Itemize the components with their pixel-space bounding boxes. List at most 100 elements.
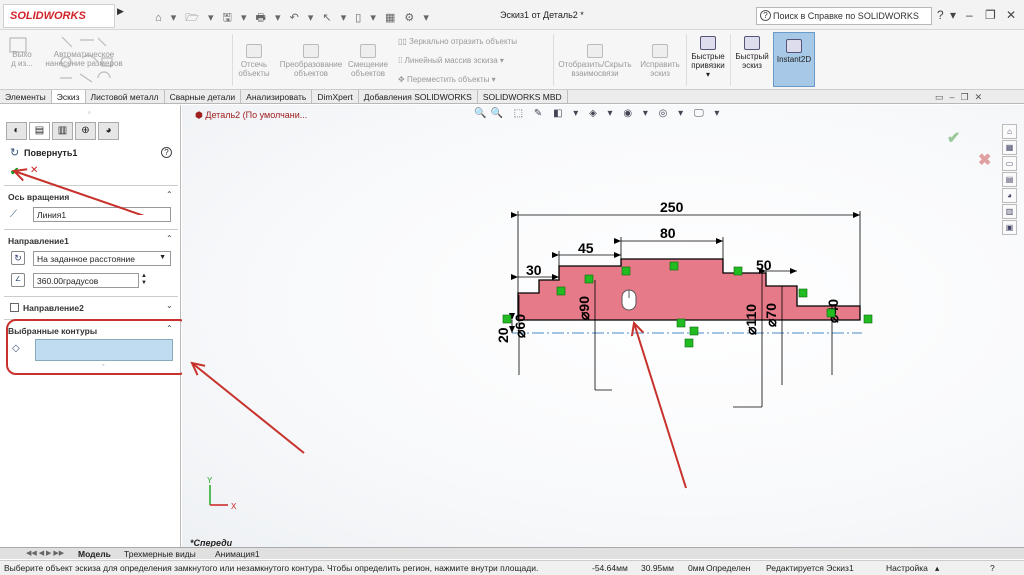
trim-entities-button[interactable]: Отсечь объекты: [234, 44, 274, 78]
sketch-profile-region[interactable]: [517, 258, 861, 321]
move-entities-button[interactable]: ✥ Переместить объекты ▾: [398, 75, 496, 84]
instant2d-inner: Instant2D: [774, 39, 814, 64]
exit-sketch-button[interactable]: Выхо д из...: [6, 50, 38, 68]
ribbon-separator: [232, 34, 233, 86]
units-dropdown-icon[interactable]: ▴: [935, 563, 939, 574]
question-dropdown-icon[interactable]: ▾: [950, 8, 956, 22]
move-label: Переместить объекты: [406, 75, 490, 84]
convert-label-2: объектов: [293, 69, 329, 78]
reverse-direction-icon[interactable]: ↻: [11, 251, 25, 265]
status-units[interactable]: Настройка: [886, 563, 928, 573]
smart-dimension-label: Автоматическое: [53, 50, 115, 59]
divider: [4, 296, 178, 297]
dimension-60-value: 60: [512, 314, 528, 330]
tab-addins[interactable]: Добавления SOLIDWORKS: [359, 90, 478, 103]
chevron-up-icon[interactable]: ⌃: [166, 234, 173, 243]
coordinate-triad-icon: YX: [207, 476, 237, 511]
dimension-90-value: 90: [576, 296, 592, 312]
dimension-20[interactable]: 20: [495, 327, 511, 343]
dimension-50[interactable]: 50: [756, 257, 772, 273]
tab-sketch[interactable]: Эскиз: [51, 90, 86, 103]
document-window-controls[interactable]: ▭–❐✕: [935, 92, 988, 103]
rapid-sketch-button[interactable]: Быстрый эскиз: [732, 36, 772, 70]
divider: [4, 229, 178, 230]
dimension-70[interactable]: ⌀70: [763, 303, 779, 327]
question-icon[interactable]: ?: [937, 8, 944, 22]
trim-label-2: объекты: [238, 69, 270, 78]
svg-text:Y: Y: [207, 476, 213, 485]
convert-label: Преобразование: [279, 60, 343, 69]
relations-label-2: взаимосвязи: [571, 69, 619, 78]
tab-sheet-metal[interactable]: Листовой металл: [86, 90, 165, 103]
repair-sketch-button[interactable]: Исправить эскиз: [636, 44, 684, 78]
linear-pattern-button[interactable]: ⁞⁞ Линейный массив эскиза ▾: [398, 56, 504, 65]
tab-3d-views[interactable]: Трехмерные виды: [124, 549, 196, 559]
tab-scroll-arrows[interactable]: ◀◀ ◀ ▶ ▶▶: [26, 549, 64, 557]
dimension-250[interactable]: 250: [660, 199, 684, 215]
menu-expand-icon[interactable]: ▶: [117, 6, 129, 24]
status-sketch-state: Определен: [706, 563, 751, 573]
display-relations-button[interactable]: Отобразить/Скрыть взаимосвязи: [554, 44, 636, 78]
instant2d-button[interactable]: Instant2D: [773, 32, 815, 87]
offset-label: Смещение: [347, 60, 388, 69]
relations-icon: [587, 44, 603, 58]
angle-field[interactable]: 360.00градусов: [33, 273, 139, 288]
linear-pattern-label: Линейный массив эскиза: [404, 56, 498, 65]
exit-sketch-label: Выхо: [12, 50, 32, 59]
tab-mbd[interactable]: SOLIDWORKS MBD: [478, 90, 568, 103]
dimension-80[interactable]: 80: [660, 225, 676, 241]
mirror-entities-button[interactable]: ▯▯ Зеркально отразить объекты: [398, 37, 517, 46]
chevron-down-icon[interactable]: ⌄: [166, 301, 173, 310]
tab-model[interactable]: Модель: [78, 549, 111, 559]
command-tabs: Элементы Эскиз Листовой металл Сварные д…: [0, 90, 1024, 104]
direction2-checkbox[interactable]: [10, 303, 19, 312]
rapid-sketch-label-2: эскиз: [742, 61, 762, 70]
quick-snaps-button[interactable]: Быстрые привязки ▾: [688, 36, 728, 79]
snap-icon: [700, 36, 716, 50]
tab-animation[interactable]: Анимация1: [215, 549, 260, 559]
status-help-icon[interactable]: ?: [990, 563, 995, 573]
direction2-section-header[interactable]: Направление2: [23, 303, 84, 313]
dimension-90[interactable]: ⌀90: [576, 296, 592, 320]
quick-access-toolbar[interactable]: ⌂ ▾ 🗁 ▾ 🖫 ▾ 🖶 ▾ ↶ ▾ ↖ ▾ ▯ ▾ ▦ ⚙ ▾: [155, 9, 432, 28]
minimize-window-icon[interactable]: –: [966, 8, 973, 22]
dimension-70-value: 70: [763, 303, 779, 319]
instant2d-label: Instant2D: [776, 55, 812, 64]
solidworks-logo[interactable]: SOLIDWORKS: [3, 4, 115, 28]
offset-icon: [360, 44, 376, 58]
close-window-icon[interactable]: ✕: [1006, 8, 1016, 22]
tab-dimxpert[interactable]: DimXpert: [312, 90, 359, 103]
status-y-coordinate: 30.95мм: [641, 563, 674, 573]
mouse-cursor-icon: [621, 289, 637, 311]
search-placeholder: Поиск в Справке по SOLIDWORKS: [773, 11, 919, 21]
logo-text: SOLIDWORKS: [10, 10, 86, 22]
dimension-110[interactable]: ⌀110: [743, 304, 759, 335]
tab-features[interactable]: Элементы: [0, 90, 52, 103]
help-search-input[interactable]: ? Поиск в Справке по SOLIDWORKS: [756, 7, 932, 25]
sketch-canvas[interactable]: 250 80 45 30 50 ⌀90 ⌀110 ⌀70 ⌀40 ⌀60 20 …: [182, 105, 1024, 547]
direction1-type-select[interactable]: На заданное расстояние ▼: [33, 251, 171, 266]
tab-weldments[interactable]: Сварные детали: [165, 90, 242, 103]
bottom-tabs: ◀◀ ◀ ▶ ▶▶ Модель Трехмерные виды Анимаци…: [0, 547, 1024, 559]
restore-window-icon[interactable]: ❐: [985, 8, 996, 22]
offset-entities-button[interactable]: Смещение объектов: [344, 44, 392, 78]
dimension-30[interactable]: 30: [526, 262, 542, 278]
smart-dimension-label-2: нанесение размеров: [45, 59, 123, 68]
quick-snaps-label-2: привязки: [691, 61, 725, 70]
trim-icon: [246, 44, 262, 58]
svg-text:X: X: [231, 502, 237, 511]
direction1-section-header[interactable]: Направление1: [8, 236, 69, 246]
tab-evaluate[interactable]: Анализировать: [241, 90, 313, 103]
angle-icon: ∠: [11, 273, 25, 287]
smart-dimension-button[interactable]: Автоматическое нанесение размеров: [42, 50, 126, 68]
direction1-type-value: На заданное расстояние: [37, 254, 135, 264]
dropdown-arrow-icon: ▼: [159, 254, 166, 261]
dimension-45[interactable]: 45: [578, 240, 594, 256]
command-manager-ribbon: Выхо д из... Автоматическое нанесение разм…: [0, 30, 1024, 90]
dimension-60[interactable]: ⌀60: [512, 314, 528, 338]
angle-spinner[interactable]: ▲ ▼: [141, 273, 147, 287]
annotation-arrows: [182, 170, 687, 489]
repair-label: Исправить: [640, 60, 680, 69]
convert-entities-button[interactable]: Преобразование объектов: [276, 44, 346, 78]
dimension-110-value: 110: [743, 304, 759, 327]
